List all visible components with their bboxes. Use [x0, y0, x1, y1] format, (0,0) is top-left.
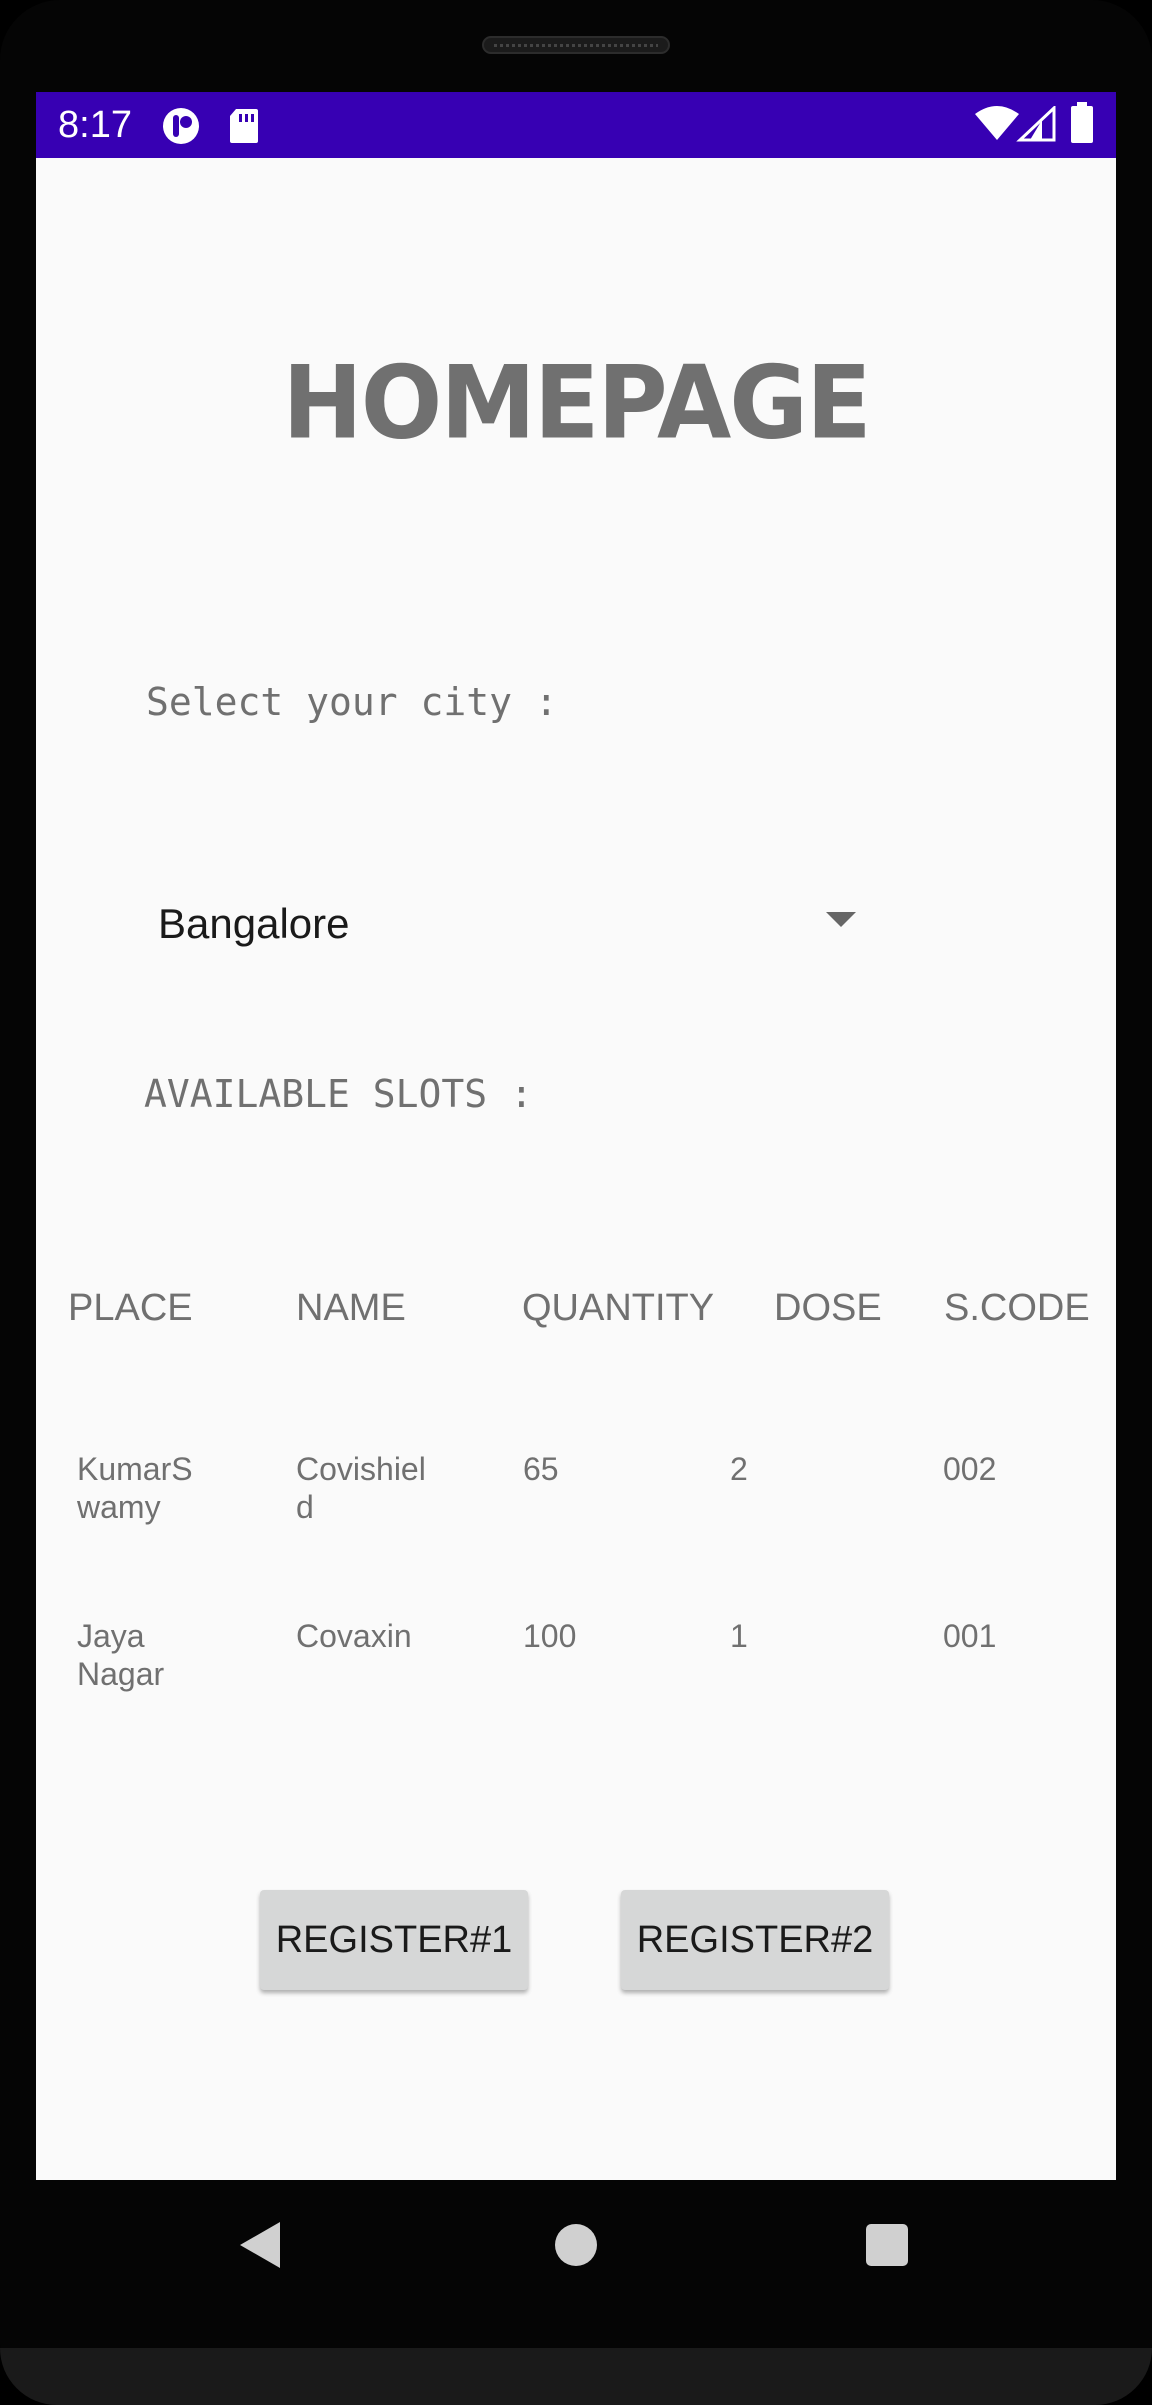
available-slots-label: AVAILABLE SLOTS :: [144, 1072, 533, 1116]
dropdown-arrow-icon: [826, 912, 856, 927]
sd-card-icon: [228, 107, 260, 150]
recents-icon[interactable]: [866, 2224, 908, 2266]
city-dropdown-value: Bangalore: [158, 900, 350, 947]
home-icon[interactable]: [555, 2224, 597, 2266]
device-frame: 8:17 HOMEPAGE Select your city: Bangalo…: [0, 0, 1152, 2405]
register-1-button[interactable]: REGISTER#1: [260, 1890, 528, 1990]
app-screen: 8:17 HOMEPAGE Select your city: Bangalo…: [36, 92, 1116, 2180]
wifi-icon: [974, 106, 1020, 147]
header-scode: S.CODE: [944, 1287, 1090, 1329]
signal-icon: [1016, 104, 1056, 147]
status-bar: 8:17: [36, 92, 1116, 158]
app-notification-icon: [162, 107, 200, 150]
device-chin: [0, 2348, 1152, 2405]
header-name: NAME: [296, 1287, 406, 1329]
cell-place: Jaya Nagar: [77, 1618, 165, 1692]
cell-dose: 2: [730, 1451, 748, 1487]
cell-dose: 1: [730, 1618, 748, 1654]
page-title: HOMEPAGE: [282, 344, 871, 462]
cell-quantity: 100: [523, 1618, 577, 1654]
header-dose: DOSE: [774, 1287, 882, 1329]
register-2-button[interactable]: REGISTER#2: [621, 1890, 889, 1990]
header-place: PLACE: [68, 1287, 193, 1329]
cell-scode: 002: [943, 1451, 997, 1487]
header-quantity: QUANTITY: [522, 1287, 715, 1329]
earpiece-speaker: [482, 36, 670, 54]
cell-name: Covaxin: [296, 1618, 412, 1654]
navigation-bar: [0, 2180, 1152, 2350]
city-label: Select your city :: [146, 680, 558, 724]
cell-quantity: 65: [523, 1451, 559, 1487]
back-icon[interactable]: [240, 2222, 280, 2268]
status-time: 8:17: [58, 104, 132, 146]
cell-scode: 001: [943, 1618, 997, 1654]
cell-name: Covishield: [296, 1451, 426, 1525]
battery-icon: [1070, 102, 1094, 149]
cell-place: KumarSwamy: [77, 1451, 193, 1525]
city-dropdown[interactable]: Bangalore: [146, 862, 876, 952]
